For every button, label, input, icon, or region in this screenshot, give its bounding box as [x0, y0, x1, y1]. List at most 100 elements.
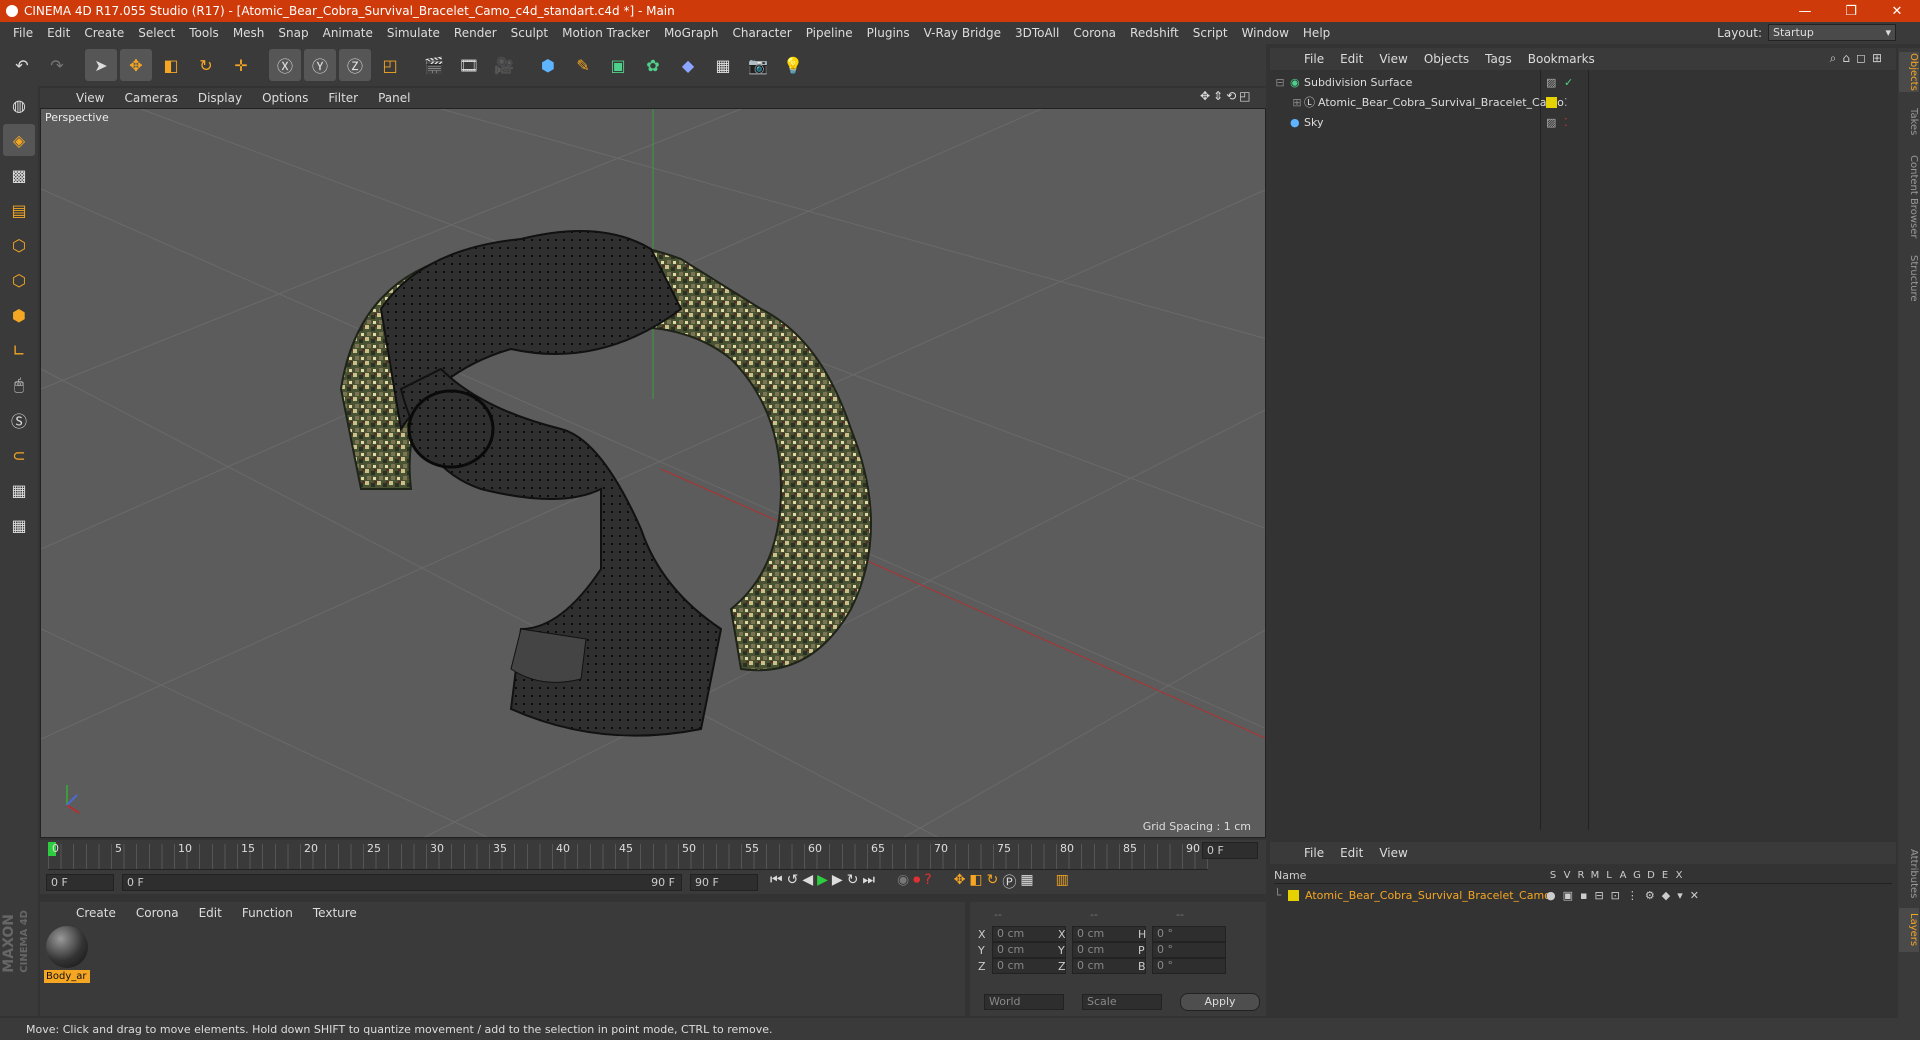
- menu-select[interactable]: Select: [131, 26, 182, 40]
- end-frame-field[interactable]: 90 F: [690, 874, 758, 891]
- tweak-mode-icon[interactable]: 🖱: [3, 369, 35, 401]
- material-menu-function[interactable]: Function: [232, 906, 303, 920]
- tab-attributes[interactable]: Attributes: [1899, 844, 1919, 904]
- make-editable-icon[interactable]: ◍: [3, 89, 35, 121]
- enabled-check-icon[interactable]: ✓: [1564, 76, 1573, 89]
- visibility-dots-icon[interactable]: ⁚: [1564, 96, 1568, 109]
- layer-menu-edit[interactable]: Edit: [1332, 846, 1371, 860]
- coord-value-field[interactable]: 0 cm: [992, 958, 1066, 974]
- scale-icon[interactable]: ◧: [155, 49, 187, 81]
- coordinate-space-dropdown[interactable]: World: [984, 994, 1064, 1010]
- timeline-ruler[interactable]: 0 5 10 15 20 25 30 35 40 45 50 55 60 65 70 75 80 85 90 0 F: [40, 840, 1266, 874]
- material-body-ar[interactable]: Body_ar: [44, 924, 90, 984]
- object-row-bracelet[interactable]: ⊞ Ⓛ Atomic_Bear_Cobra_Survival_Bracelet_…: [1270, 92, 1896, 112]
- viewport-menu-options[interactable]: Options: [252, 91, 318, 105]
- menu-mograph[interactable]: MoGraph: [657, 26, 726, 40]
- material-menu-edit[interactable]: Edit: [189, 906, 232, 920]
- layer-color-icon[interactable]: [1288, 889, 1299, 901]
- maximize-button[interactable]: ❐: [1828, 0, 1874, 22]
- key-scale-icon[interactable]: ◧: [969, 872, 982, 892]
- subdivision-icon[interactable]: ▣: [602, 49, 634, 81]
- object-menu-tags[interactable]: Tags: [1477, 52, 1520, 66]
- render-settings-icon[interactable]: 🎥: [488, 49, 520, 81]
- deformer-icon[interactable]: ◆: [672, 49, 704, 81]
- menu-simulate[interactable]: Simulate: [380, 26, 447, 40]
- next-frame-icon[interactable]: ▶: [832, 872, 843, 892]
- mograph-cloner-icon[interactable]: ✿: [637, 49, 669, 81]
- key-position-icon[interactable]: ✥: [954, 872, 966, 892]
- menu-script[interactable]: Script: [1186, 26, 1235, 40]
- menu-edit[interactable]: Edit: [40, 26, 77, 40]
- move-icon[interactable]: ✥: [120, 49, 152, 81]
- viewport-nav-icons[interactable]: ✥⇕⟲◰: [1200, 89, 1254, 103]
- visibility-dots-icon[interactable]: ▨: [1546, 116, 1556, 129]
- workplane-grid-icon[interactable]: ▦: [3, 509, 35, 541]
- tab-content-browser[interactable]: Content Browser: [1899, 152, 1919, 242]
- tab-takes[interactable]: Takes: [1899, 102, 1919, 142]
- go-to-start-icon[interactable]: ⏮: [770, 872, 783, 892]
- coord-value-field[interactable]: 0 cm: [1072, 958, 1146, 974]
- light-icon[interactable]: 💡: [777, 49, 809, 81]
- magnet-icon[interactable]: ⊂: [3, 439, 35, 471]
- tab-structure[interactable]: Structure: [1899, 248, 1919, 308]
- coord-value-field[interactable]: 0 cm: [992, 942, 1066, 958]
- autokey-icon[interactable]: ⏺: [913, 872, 920, 892]
- viewport-menu-filter[interactable]: Filter: [318, 91, 368, 105]
- layout-dropdown[interactable]: Startup: [1768, 24, 1896, 41]
- coord-value-field[interactable]: 0 cm: [992, 926, 1066, 942]
- frame-range-slider[interactable]: 0 F 90 F: [122, 874, 682, 891]
- workplane-mode-icon[interactable]: ▤: [3, 194, 35, 226]
- object-menu-bookmarks[interactable]: Bookmarks: [1520, 52, 1603, 66]
- coord-value-field[interactable]: 0 °: [1152, 926, 1226, 942]
- close-button[interactable]: ✕: [1874, 0, 1920, 22]
- key-pla-icon[interactable]: ▦: [1020, 872, 1033, 892]
- viewport-menu-view[interactable]: View: [66, 91, 114, 105]
- model-mode-icon[interactable]: ◈: [3, 124, 35, 156]
- layer-row[interactable]: └ Atomic_Bear_Cobra_Survival_Bracelet_Ca…: [1274, 886, 1892, 904]
- coord-value-field[interactable]: 0 cm: [1072, 942, 1146, 958]
- key-param-icon[interactable]: Ⓟ: [1002, 872, 1016, 892]
- viewport-menu-panel[interactable]: Panel: [368, 91, 420, 105]
- object-menu-edit[interactable]: Edit: [1332, 52, 1371, 66]
- spline-pen-icon[interactable]: ✎: [567, 49, 599, 81]
- menu-redshift[interactable]: Redshift: [1123, 26, 1186, 40]
- workplane-lock-icon[interactable]: ▦: [3, 474, 35, 506]
- key-rotation-icon[interactable]: ↻: [987, 872, 999, 892]
- viewport-menu-cameras[interactable]: Cameras: [114, 91, 187, 105]
- snap-icon[interactable]: Ⓢ: [3, 404, 35, 436]
- visibility-dots-icon[interactable]: ⁚: [1564, 116, 1568, 129]
- object-row-subdivision[interactable]: ⊟ ◉ Subdivision Surface ▨ ✓: [1270, 72, 1896, 92]
- perspective-viewport[interactable]: Perspective Grid Spacing : 1 cm: [40, 108, 1266, 838]
- layer-flags-icons[interactable]: ●▣▪⊟⊡⋮⚙◆▾✕: [1546, 889, 1706, 902]
- coordinate-system-icon[interactable]: ◰: [374, 49, 406, 81]
- prev-key-icon[interactable]: ↺: [787, 872, 799, 892]
- go-to-end-icon[interactable]: ⏭: [862, 872, 875, 892]
- keyframe-selection-icon[interactable]: ?: [924, 872, 931, 892]
- material-menu-corona[interactable]: Corona: [126, 906, 189, 920]
- menu-animate[interactable]: Animate: [316, 26, 380, 40]
- axis-mode-icon[interactable]: ∟: [3, 334, 35, 366]
- layer-menu-view[interactable]: View: [1371, 846, 1415, 860]
- cube-primitive-icon[interactable]: ⬢: [532, 49, 564, 81]
- menu-v-ray-bridge[interactable]: V-Ray Bridge: [917, 26, 1008, 40]
- render-view-icon[interactable]: 🎬: [418, 49, 450, 81]
- size-mode-dropdown[interactable]: Scale: [1082, 994, 1162, 1010]
- play-icon[interactable]: ▶: [817, 872, 828, 892]
- material-menu-texture[interactable]: Texture: [303, 906, 367, 920]
- timeline-window-icon[interactable]: ▥: [1056, 872, 1069, 892]
- minimize-button[interactable]: —: [1782, 0, 1828, 22]
- layer-menu-file[interactable]: File: [1296, 846, 1332, 860]
- rotate-icon[interactable]: ↻: [190, 49, 222, 81]
- menu-3dtoall[interactable]: 3DToAll: [1008, 26, 1066, 40]
- next-key-icon[interactable]: ↻: [847, 872, 859, 892]
- z-axis-lock-icon[interactable]: Ⓩ: [339, 49, 371, 81]
- object-menu-objects[interactable]: Objects: [1416, 52, 1477, 66]
- camera-icon[interactable]: 📷: [742, 49, 774, 81]
- texture-mode-icon[interactable]: ▩: [3, 159, 35, 191]
- x-axis-lock-icon[interactable]: Ⓧ: [269, 49, 301, 81]
- menu-mesh[interactable]: Mesh: [226, 26, 272, 40]
- menu-help[interactable]: Help: [1296, 26, 1337, 40]
- polygons-mode-icon[interactable]: ⬢: [3, 299, 35, 331]
- edges-mode-icon[interactable]: ⬡: [3, 264, 35, 296]
- coord-value-field[interactable]: 0 °: [1152, 958, 1226, 974]
